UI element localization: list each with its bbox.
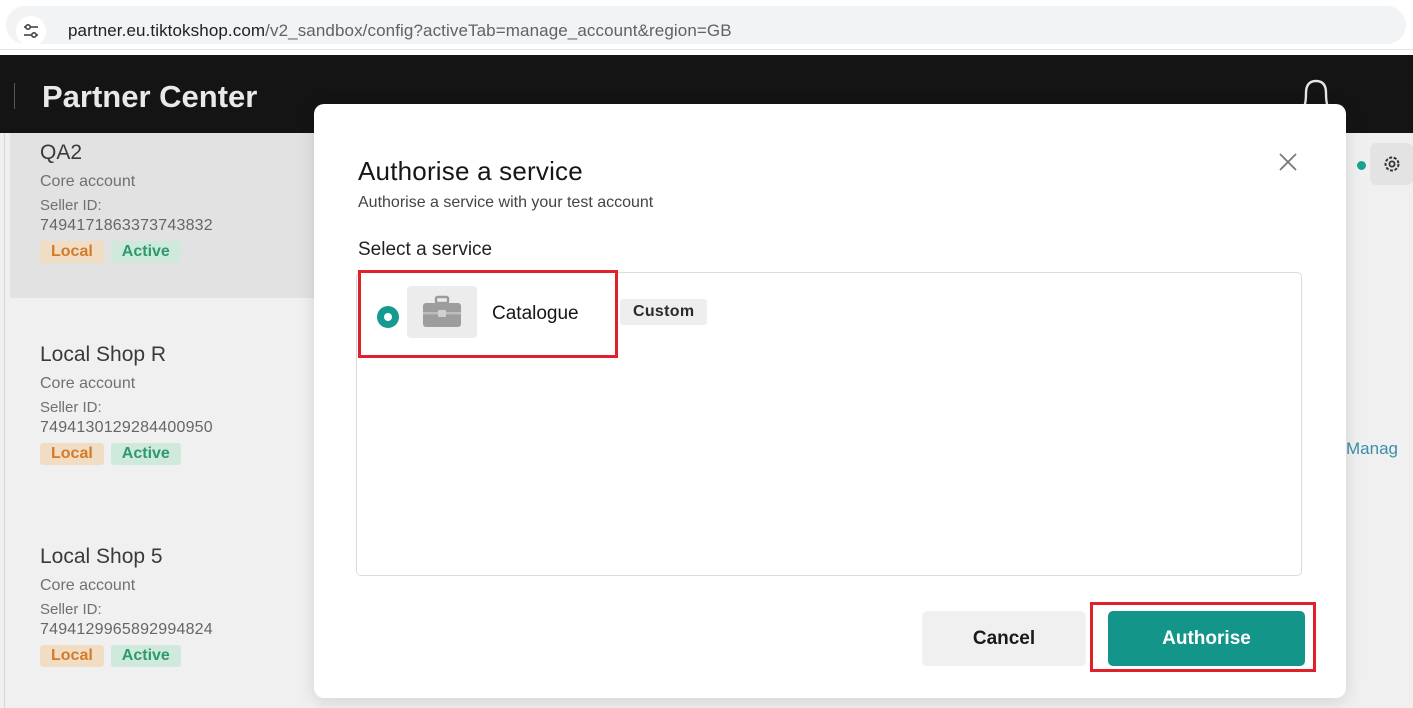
custom-badge: Custom [620,299,708,325]
shop-card[interactable]: Local Shop R Core account Seller ID: 749… [40,343,213,465]
select-service-label: Select a service [358,239,493,260]
site-info-button[interactable] [16,16,46,46]
left-border [4,133,5,708]
local-badge: Local [40,645,104,667]
shop-card[interactable]: Local Shop 5 Core account Seller ID: 749… [40,545,213,667]
dialog-title: Authorise a service [358,156,583,186]
url-path: /v2_sandbox/config?activeTab=manage_acco… [265,21,732,40]
url-host: partner.eu.tiktokshop.com [68,21,266,40]
settings-button[interactable] [1370,143,1413,185]
manage-link[interactable]: Manag [1346,439,1398,459]
authorise-button[interactable]: Authorise [1108,611,1305,666]
dialog-subtitle: Authorise a service with your test accou… [358,194,654,211]
url-field[interactable]: partner.eu.tiktokshop.com/v2_sandbox/con… [6,6,1406,46]
close-icon [1279,153,1297,171]
seller-id-label: Seller ID: [40,399,102,416]
local-badge: Local [40,241,104,263]
seller-id-label: Seller ID: [40,601,102,618]
shop-card[interactable]: QA2 Core account Seller ID: 749417186337… [40,141,213,263]
close-button[interactable] [1276,150,1300,174]
local-badge: Local [40,443,104,465]
account-type: Core account [40,173,136,190]
account-type: Core account [40,577,136,594]
tune-icon [24,24,38,38]
seller-id-value: 7494129965892994824 [40,621,213,638]
service-radio-selected[interactable] [377,306,399,328]
account-type: Core account [40,375,136,392]
active-badge: Active [110,241,181,263]
browser-address-bar: partner.eu.tiktokshop.com/v2_sandbox/con… [0,0,1413,50]
seller-id-label: Seller ID: [40,197,102,214]
cancel-button[interactable]: Cancel [922,611,1086,666]
url-text[interactable]: partner.eu.tiktokshop.com/v2_sandbox/con… [68,21,732,41]
status-dot [1357,161,1366,170]
header-divider [14,83,15,109]
app-title: Partner Center [42,79,258,114]
service-icon-box [407,286,477,338]
active-badge: Active [110,645,181,667]
shop-name: QA2 [40,141,83,164]
gear-icon [1384,156,1399,172]
service-name: Catalogue [492,303,579,324]
shop-name: Local Shop 5 [40,545,163,568]
seller-id-value: 7494171863373743832 [40,217,213,234]
seller-id-value: 7494130129284400950 [40,419,213,436]
shop-name: Local Shop R [40,343,167,366]
active-badge: Active [110,443,181,465]
authorise-service-dialog: Authorise a service Authorise a service … [314,104,1346,698]
briefcase-icon [423,295,461,327]
service-option-catalogue[interactable]: Catalogue [358,270,618,358]
